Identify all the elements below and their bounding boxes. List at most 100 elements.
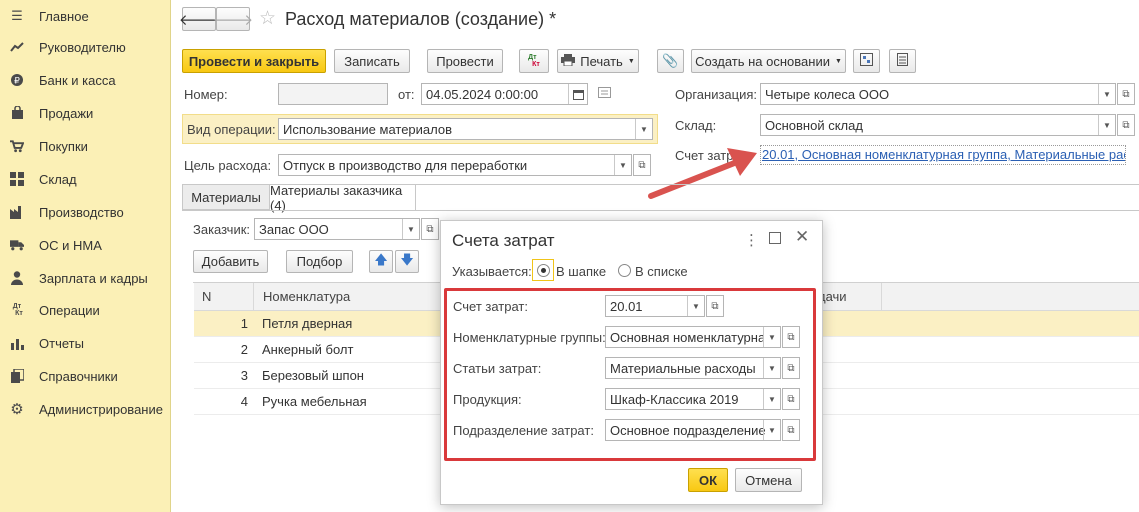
save-button[interactable]: Записать (334, 49, 410, 73)
tab-materials[interactable]: Материалы (182, 184, 270, 210)
close-icon[interactable]: ✕ (795, 227, 809, 247)
notes-icon[interactable] (598, 86, 611, 102)
cost-department-value: Основное подразделение (610, 422, 766, 438)
open-icon: ⧉ (1122, 119, 1130, 131)
sidebar-item-label: Банк и касса (39, 72, 116, 88)
number-label: Номер: (184, 87, 228, 102)
sidebar-item-salary[interactable]: Зарплата и кадры (0, 262, 170, 294)
favorite-star-icon[interactable]: ☆ (259, 7, 276, 30)
dt-kt-button[interactable]: Дт Кт (519, 49, 549, 73)
cost-account-select[interactable]: 20.01 ▼ (605, 295, 705, 317)
create-based-on-button[interactable]: Создать на основании ▼ (691, 49, 846, 73)
open-icon: ⧉ (787, 362, 795, 374)
svg-text:₽: ₽ (14, 76, 20, 86)
move-up-button[interactable]: 🡅 (369, 250, 393, 273)
chevron-down-icon: ▼ (763, 420, 780, 440)
operation-type-select[interactable]: Использование материалов ▼ (278, 118, 653, 140)
date-field[interactable]: 04.05.2024 0:00:00 (421, 83, 588, 105)
cancel-button[interactable]: Отмена (735, 468, 802, 492)
open-icon: ⧉ (787, 424, 795, 436)
dt-kt-icon: Дт Кт (12, 303, 23, 317)
sidebar-item-operations[interactable]: Дт Кт Операции (0, 294, 170, 326)
nomenclature-group-select[interactable]: Основная номенклатурная ▼ (605, 326, 781, 348)
sidebar-item-label: Справочники (39, 368, 118, 384)
more-actions-button[interactable] (889, 49, 916, 73)
column-header-n[interactable]: N (194, 283, 253, 311)
post-button[interactable]: Провести (427, 49, 503, 73)
add-row-button[interactable]: Добавить (193, 250, 268, 273)
radio-header[interactable] (537, 264, 550, 277)
column-header-extra[interactable]: дачи (818, 283, 1139, 311)
product-select[interactable]: Шкаф-Классика 2019 ▼ (605, 388, 781, 410)
product-open-button[interactable]: ⧉ (782, 388, 800, 410)
chevron-down-icon: ▼ (763, 358, 780, 378)
cost-account-link-box[interactable]: 20.01, Основная номенклатурная группа, М… (760, 145, 1126, 165)
tabs-bottom-border (182, 210, 1139, 211)
open-icon: ⧉ (426, 223, 434, 235)
product-value: Шкаф-Классика 2019 (610, 391, 739, 407)
sidebar-item-production[interactable]: Производство (0, 196, 170, 228)
purpose-select[interactable]: Отпуск в производство для переработки ▼ (278, 154, 632, 176)
print-button[interactable]: Печать ▼ (557, 49, 639, 73)
dialog-field-label: Счет затрат: (453, 299, 528, 314)
dialog-title: Счета затрат (452, 231, 555, 250)
factory-icon (10, 205, 24, 219)
warehouse-select[interactable]: Основной склад ▼ (760, 114, 1116, 136)
sidebar-item-bank[interactable]: ₽ Банк и касса (0, 64, 170, 96)
grid-icon (10, 172, 24, 186)
nomenclature-group-open-button[interactable]: ⧉ (782, 326, 800, 348)
maximize-icon[interactable] (769, 232, 781, 244)
sidebar-item-warehouse[interactable]: Склад (0, 163, 170, 195)
tab-label: Материалы заказчика (4) (270, 183, 403, 213)
row-nomenclature: Березовый шпон (262, 368, 364, 383)
sidebar-item-main[interactable]: ☰ Главное (0, 0, 170, 32)
move-down-button[interactable]: 🡇 (395, 250, 419, 273)
sidebar-item-manager[interactable]: Руководителю (0, 31, 170, 63)
cost-accounts-dialog: Счета затрат ⋮ ✕ Указывается: В шапке В … (440, 220, 823, 505)
operation-type-label: Вид операции: (187, 122, 276, 137)
cost-item-select[interactable]: Материальные расходы ▼ (605, 357, 781, 379)
gear-icon: ⚙ (10, 401, 24, 418)
cost-item-open-button[interactable]: ⧉ (782, 357, 800, 379)
warehouse-open-button[interactable]: ⧉ (1117, 114, 1135, 136)
column-header-label: Номенклатура (263, 289, 351, 304)
calendar-icon[interactable] (568, 84, 587, 104)
kebab-menu-icon[interactable]: ⋮ (744, 231, 759, 249)
bar-chart-icon (10, 336, 24, 350)
sidebar-item-admin[interactable]: ⚙ Администрирование (0, 393, 170, 425)
sidebar-item-label: Операции (39, 302, 100, 318)
chevron-down-icon: ▼ (687, 296, 704, 316)
nomenclature-group-value: Основная номенклатурная (610, 329, 773, 345)
sidebar-item-references[interactable]: Справочники (0, 360, 170, 392)
number-field[interactable] (278, 83, 388, 105)
attach-button[interactable]: 📎 (657, 49, 684, 73)
sidebar-item-fixed-assets[interactable]: ОС и НМА (0, 229, 170, 261)
radio-list[interactable] (618, 264, 631, 277)
cost-department-select[interactable]: Основное подразделение ▼ (605, 419, 781, 441)
trend-icon (10, 40, 24, 54)
create-based-label: Создать на основании (695, 53, 830, 69)
customer-select[interactable]: Запас ООО ▼ (254, 218, 420, 240)
structure-button[interactable] (853, 49, 880, 73)
pick-button[interactable]: Подбор (286, 250, 353, 273)
arrow-right-icon: 🡒 (212, 11, 254, 29)
coin-icon: ₽ (10, 73, 24, 87)
cost-department-open-button[interactable]: ⧉ (782, 419, 800, 441)
sidebar-item-sales[interactable]: Продажи (0, 97, 170, 129)
post-and-close-button[interactable]: Провести и закрыть (182, 49, 326, 73)
tab-customer-materials[interactable]: Материалы заказчика (4) (269, 183, 416, 213)
customer-open-button[interactable]: ⧉ (421, 218, 439, 240)
hierarchy-icon (860, 53, 873, 69)
print-label: Печать (580, 53, 623, 69)
cost-account-open-button[interactable]: ⧉ (706, 295, 724, 317)
organization-select[interactable]: Четыре колеса ООО ▼ (760, 83, 1116, 105)
organization-open-button[interactable]: ⧉ (1117, 83, 1135, 105)
warehouse-label: Склад: (675, 118, 717, 133)
forward-button[interactable]: 🡒 (212, 7, 254, 31)
sidebar-item-purchases[interactable]: Покупки (0, 130, 170, 162)
ok-button[interactable]: ОК (688, 468, 728, 492)
radio-header-label: В шапке (556, 264, 607, 279)
sidebar-item-reports[interactable]: Отчеты (0, 327, 170, 359)
cost-account-link[interactable]: 20.01, Основная номенклатурная группа, М… (762, 147, 1125, 162)
back-button[interactable]: 🡐 (179, 7, 219, 31)
